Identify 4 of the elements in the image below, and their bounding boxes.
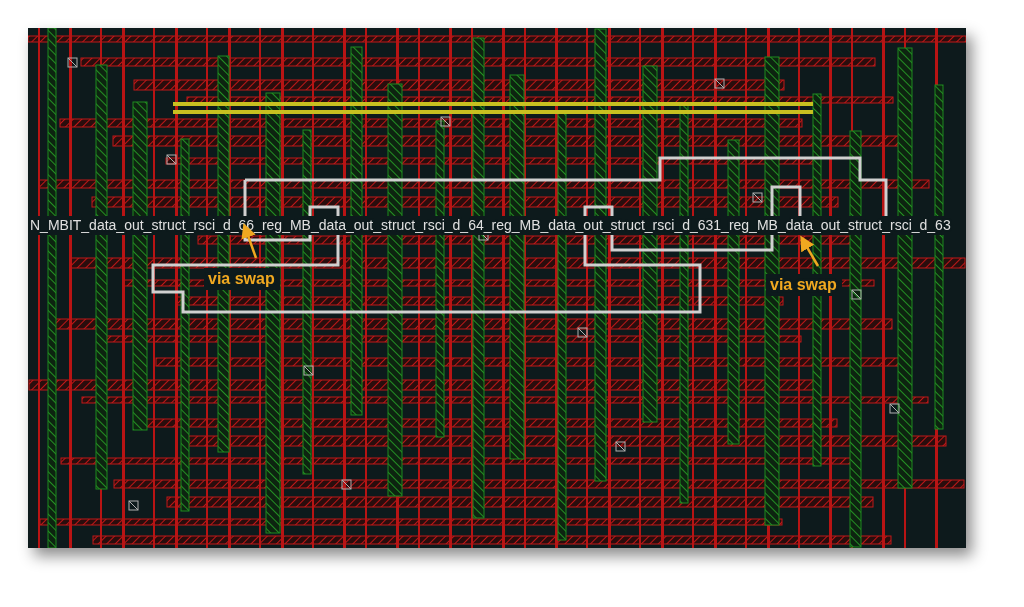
- annotation-label: via swap: [770, 276, 837, 293]
- annotation-label: via swap: [208, 270, 275, 287]
- annotation-arrow: [800, 235, 820, 267]
- net-label: N_MBIT_data_out_struct_rsci_d_66_reg_MB_data_out_struct_rsci_d_64_reg_MB_data_out_struct_rsci_d_631_reg_MB_data_out_struct_rsci_d_63: [30, 217, 951, 233]
